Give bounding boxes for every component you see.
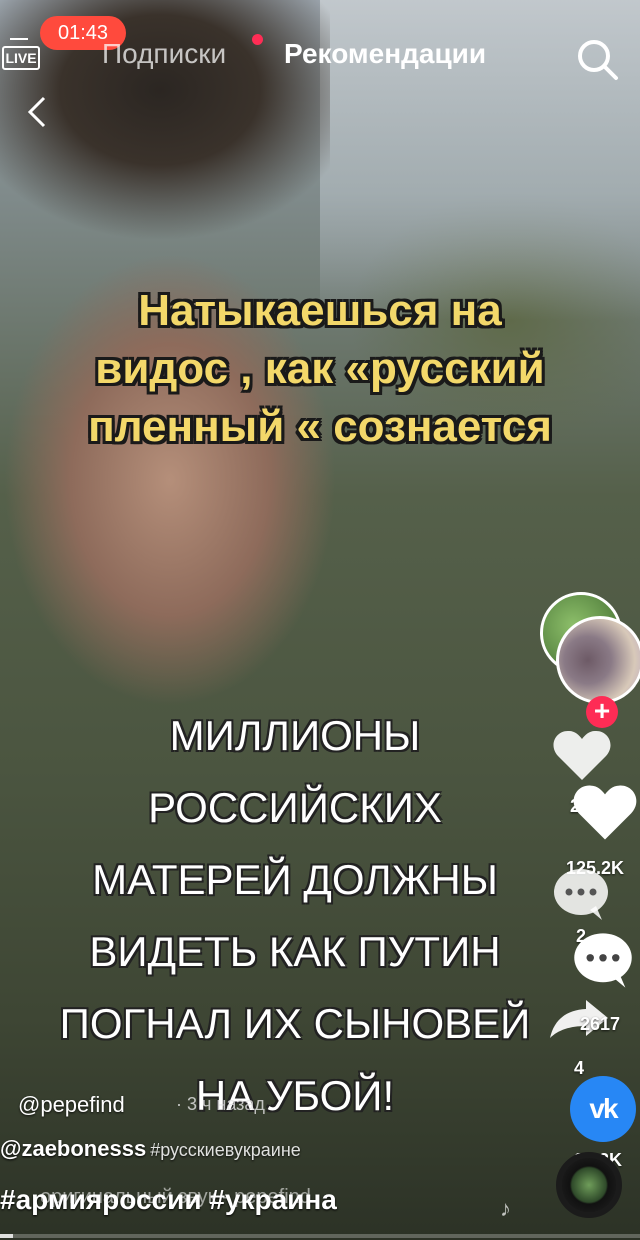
follow-button[interactable]: + — [586, 696, 618, 728]
subtitle-line: МИЛЛИОНЫ — [169, 712, 421, 759]
chevron-left-icon — [27, 96, 46, 128]
sound-name[interactable]: оригинальный звук - pepefind — [40, 1186, 311, 1209]
comment-icon[interactable] — [550, 866, 612, 924]
back-button[interactable] — [22, 94, 52, 130]
vk-share-button[interactable]: vk — [570, 1076, 636, 1142]
share-count-small: 4 — [574, 1058, 585, 1078]
music-note-icon: ♪ — [500, 1196, 511, 1221]
tab-for-you[interactable]: Рекомендации — [284, 38, 486, 70]
live-button[interactable]: LIVE — [2, 38, 42, 72]
search-button[interactable] — [574, 36, 620, 82]
subtitle-line: ВИДЕТЬ КАК ПУТИН — [89, 928, 501, 975]
post-description: @zaebonesss #русскиевукраине — [0, 1136, 301, 1162]
heart-icon[interactable] — [552, 728, 612, 782]
comment-icon[interactable] — [570, 930, 636, 992]
video-progress-fill — [0, 1234, 13, 1238]
heart-icon[interactable] — [572, 782, 638, 842]
vk-icon: vk — [589, 1093, 618, 1124]
notification-dot — [252, 34, 263, 45]
music-disc-icon[interactable] — [556, 1152, 622, 1218]
tab-following[interactable]: Подписки — [102, 38, 226, 70]
subtitle-line: РОССИЙСКИХ — [148, 784, 442, 831]
hashtag-link[interactable]: #русскиевукраине — [150, 1140, 301, 1160]
subtitle-line: МАТЕРЕЙ ДОЛЖНЫ — [92, 856, 498, 903]
live-label: LIVE — [2, 46, 40, 70]
caption-line: видос , как «русский — [95, 344, 545, 393]
comment-count: 2617 — [580, 1014, 621, 1034]
post-meta: · 3 ч назад — [176, 1094, 265, 1114]
caption-line: пленный « сознается — [88, 402, 552, 451]
author-handle[interactable]: @pepefind — [18, 1092, 125, 1118]
video-caption: Натыкаешься на видос , как «русский плен… — [20, 282, 620, 456]
video-progress-bar[interactable] — [0, 1234, 640, 1238]
search-icon — [578, 40, 618, 80]
caption-line: Натыкаешься на — [138, 286, 502, 335]
mention-link[interactable]: @zaebonesss — [0, 1136, 146, 1161]
subtitle-line: ПОГНАЛ ИХ СЫНОВЕЙ — [59, 1000, 531, 1047]
video-subtitle: МИЛЛИОНЫ РОССИЙСКИХ МАТЕРЕЙ ДОЛЖНЫ ВИДЕТ… — [10, 700, 580, 1132]
avatar[interactable] — [556, 616, 640, 704]
